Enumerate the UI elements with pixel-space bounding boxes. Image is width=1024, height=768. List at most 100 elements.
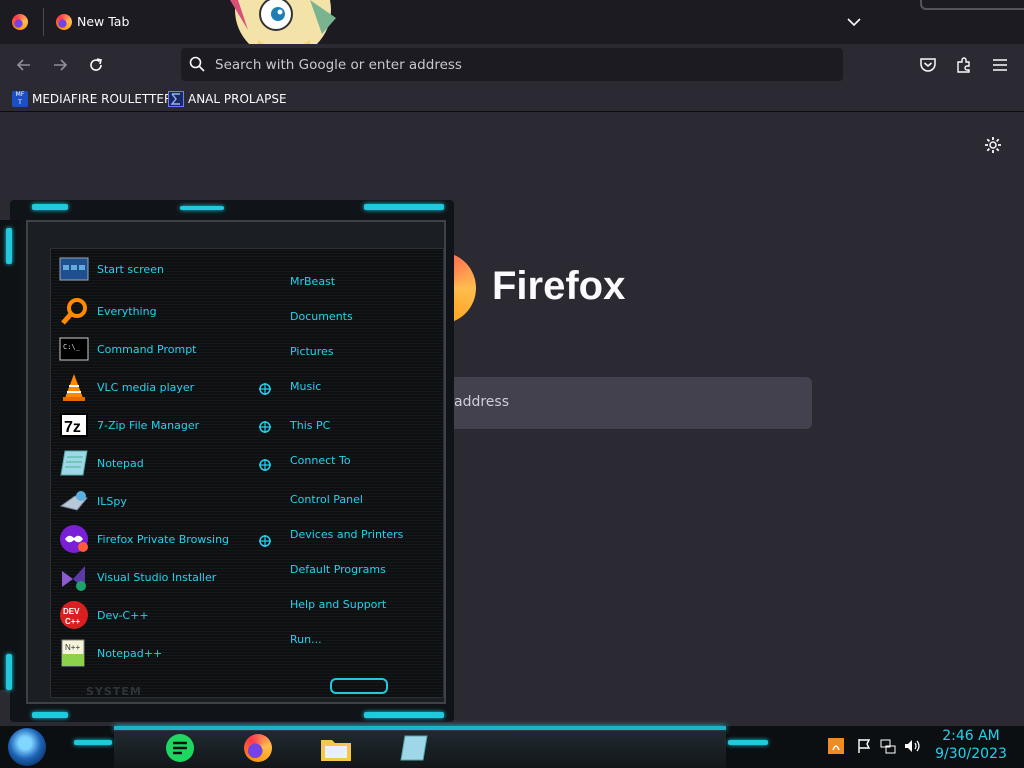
start-item-start-screen[interactable]: Start screen <box>58 253 258 285</box>
notepadpp-icon: N++ <box>58 638 90 668</box>
start-item-label: Dev-C++ <box>97 608 149 622</box>
bookmark-label: ANAL PROLAPSE <box>188 92 287 106</box>
start-item-devcpp[interactable]: DEV C++ Dev-C++ <box>58 599 258 631</box>
start-right-mrbeast[interactable]: MrBeast <box>290 275 335 288</box>
firefox-wordmark: Firefox <box>492 264 626 308</box>
address-placeholder: Search with Google or enter address <box>215 57 462 73</box>
page-arrows-icon[interactable] <box>330 678 388 694</box>
extensions-puzzle-icon[interactable] <box>950 51 978 79</box>
frame-accent <box>32 712 68 718</box>
submenu-arrow-icon <box>258 533 272 547</box>
start-right-music[interactable]: Music <box>290 380 321 393</box>
firefox-icon[interactable] <box>240 731 276 765</box>
tab-bar: New Tab <box>0 0 1024 44</box>
start-item-label: ILSpy <box>97 494 127 508</box>
flag-icon[interactable] <box>856 738 872 754</box>
reload-icon[interactable] <box>82 51 110 79</box>
svg-text:7z: 7z <box>64 419 81 436</box>
start-right-pictures[interactable]: Pictures <box>290 345 334 358</box>
gear-icon[interactable] <box>982 134 1004 156</box>
volume-icon[interactable] <box>904 738 920 754</box>
forward-arrow-icon[interactable] <box>46 51 74 79</box>
start-item-vlc[interactable]: VLC media player <box>58 371 258 403</box>
submenu-arrow-icon <box>258 381 272 395</box>
network-icon[interactable] <box>880 738 896 754</box>
start-item-7zip[interactable]: 7z 7-Zip File Manager <box>58 409 258 441</box>
submenu-arrow-icon <box>258 457 272 471</box>
window-frame-decoration <box>920 0 1024 10</box>
start-item-notepad[interactable]: Notepad <box>58 447 258 479</box>
start-menu: SYSTEM Start screen Everything C:\_ Comm… <box>0 200 455 722</box>
java-icon[interactable] <box>828 738 844 754</box>
start-right-control-panel[interactable]: Control Panel <box>290 493 363 506</box>
start-right-default-programs[interactable]: Default Programs <box>290 563 386 576</box>
start-item-visual-studio-installer[interactable]: Visual Studio Installer <box>58 561 258 593</box>
start-item-notepadpp[interactable]: N++ Notepad++ <box>58 637 258 669</box>
chevron-down-icon[interactable] <box>844 12 864 32</box>
vlc-cone-icon <box>58 372 90 402</box>
taskbar-accent <box>74 740 112 745</box>
firefox-favicon-icon <box>56 14 72 30</box>
start-item-label: VLC media player <box>97 380 195 394</box>
search-placeholder: address <box>454 394 510 410</box>
navigation-toolbar: Search with Google or enter address <box>0 44 1024 86</box>
submenu-arrow-icon <box>258 419 272 433</box>
start-item-command-prompt[interactable]: C:\_ Command Prompt <box>58 333 258 365</box>
taskbar: 2:46 AM 9/30/2023 <box>0 726 1024 768</box>
tab-title: New Tab <box>77 14 130 29</box>
frame-side <box>0 220 20 690</box>
notepad-icon[interactable] <box>396 731 432 765</box>
start-item-label: Visual Studio Installer <box>97 570 217 584</box>
hamburger-menu-icon[interactable] <box>986 51 1014 79</box>
start-item-firefox-private[interactable]: Firefox Private Browsing <box>58 523 258 555</box>
mediafire-icon: MF T <box>12 91 28 107</box>
start-right-documents[interactable]: Documents <box>290 310 353 323</box>
bookmarks-toolbar: MF T MEDIAFIRE ROULETTER ANAL PROLAPSE <box>0 86 1024 112</box>
bookmark-item[interactable]: ANAL PROLAPSE <box>168 90 287 108</box>
frame-accent <box>180 206 224 210</box>
start-item-label: Start screen <box>97 262 164 276</box>
clock-date[interactable]: 9/30/2023 <box>930 746 1012 762</box>
start-right-this-pc[interactable]: This PC <box>290 419 330 432</box>
start-item-label: 7-Zip File Manager <box>97 418 200 432</box>
bookmark-label: MEDIAFIRE ROULETTER <box>32 92 173 106</box>
system-label: SYSTEM <box>86 685 142 698</box>
frame-accent <box>364 712 444 718</box>
file-explorer-icon[interactable] <box>318 731 354 765</box>
search-box[interactable]: address <box>410 377 812 429</box>
bookmark-item[interactable]: MF T MEDIAFIRE ROULETTER <box>12 90 172 108</box>
start-item-ilspy[interactable]: ILSpy <box>58 485 258 517</box>
start-item-label: Notepad <box>97 456 144 470</box>
start-item-label: Notepad++ <box>97 646 163 660</box>
tab-divider <box>43 8 44 36</box>
start-screen-icon <box>58 254 90 284</box>
private-browsing-icon <box>58 524 90 554</box>
tab-new-tab[interactable]: New Tab <box>46 4 216 40</box>
visual-studio-icon <box>58 562 90 592</box>
magnifier-icon <box>58 296 90 326</box>
sigma-icon <box>168 91 184 107</box>
frame-accent <box>6 228 12 264</box>
start-orb-icon[interactable] <box>8 728 46 766</box>
ilspy-icon <box>58 486 90 516</box>
clock-time[interactable]: 2:46 AM <box>930 728 1012 744</box>
start-right-run[interactable]: Run... <box>290 633 322 646</box>
svg-text:DEV: DEV <box>63 607 80 616</box>
svg-text:C:\_: C:\_ <box>63 343 81 351</box>
firefox-view-icon[interactable] <box>12 14 28 30</box>
start-right-devices-printers[interactable]: Devices and Printers <box>290 528 403 541</box>
notes-app-icon[interactable] <box>162 731 198 765</box>
svg-text:N++: N++ <box>65 643 80 652</box>
frame-accent <box>32 204 68 210</box>
back-arrow-icon[interactable] <box>10 51 38 79</box>
start-item-label: Firefox Private Browsing <box>97 532 230 546</box>
start-item-label: Everything <box>97 304 157 318</box>
start-item-everything[interactable]: Everything <box>58 295 258 327</box>
frame-accent <box>364 204 444 210</box>
start-right-help-support[interactable]: Help and Support <box>290 598 386 611</box>
address-bar[interactable]: Search with Google or enter address <box>181 48 843 81</box>
start-right-connect-to[interactable]: Connect To <box>290 454 351 467</box>
start-item-label: Command Prompt <box>97 342 197 356</box>
pocket-icon[interactable] <box>914 51 942 79</box>
cmd-icon: C:\_ <box>58 334 90 364</box>
